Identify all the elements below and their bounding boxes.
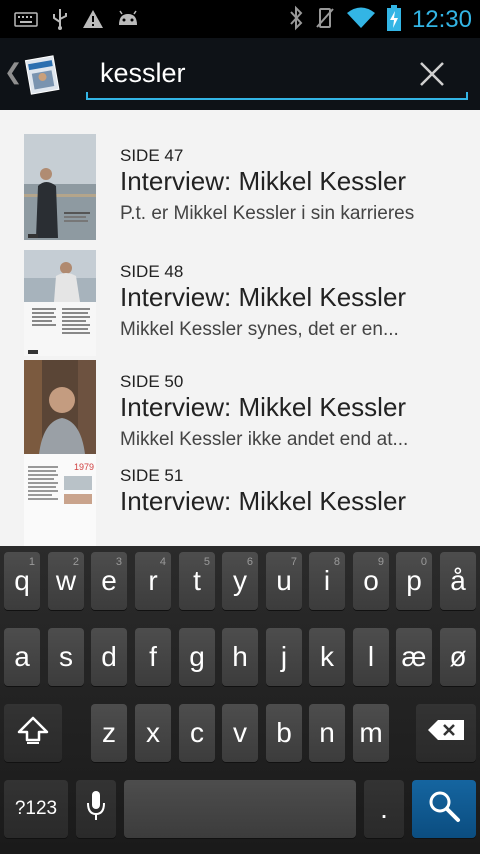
backspace-key[interactable] — [416, 704, 476, 762]
key-t[interactable]: t5 — [179, 552, 215, 610]
key-j[interactable]: j — [266, 628, 302, 686]
key-s[interactable]: s — [48, 628, 84, 686]
soft-keyboard: q1 w2 e3 r4 t5 y6 u7 i8 o9 p0 å a s d f … — [0, 546, 480, 854]
key-u[interactable]: u7 — [266, 552, 302, 610]
key-b[interactable]: b — [266, 704, 302, 762]
usb-icon — [50, 8, 70, 34]
key-c[interactable]: c — [179, 704, 215, 762]
key-n[interactable]: n — [309, 704, 345, 762]
result-page-label: SIDE 51 — [120, 466, 184, 485]
key-aa[interactable]: å — [440, 552, 476, 610]
key-e[interactable]: e3 — [91, 552, 127, 610]
key-ae[interactable]: æ — [396, 628, 432, 686]
result-title: Interview: Mikkel Kessler — [120, 486, 407, 516]
result-snippet: P.t. er Mikkel Kessler i sin karrieres — [120, 203, 415, 224]
key-r[interactable]: r4 — [135, 552, 171, 610]
bluetooth-icon — [288, 5, 304, 35]
list-item[interactable]: SIDE 48 Interview: Mikkel Kessler Mikkel… — [0, 250, 480, 358]
clock: 12:30 — [411, 6, 472, 33]
search-results-list: SIDE 47 Interview: Mikkel Kessler P.t. e… — [0, 110, 480, 546]
key-h[interactable]: h — [222, 628, 258, 686]
shift-key[interactable] — [4, 704, 62, 762]
key-v[interactable]: v — [222, 704, 258, 762]
search-box[interactable] — [86, 48, 468, 100]
key-x[interactable]: x — [135, 704, 171, 762]
warning-icon — [82, 9, 104, 33]
symbols-key[interactable]: ?123 — [4, 780, 68, 838]
result-page-label: SIDE 50 — [120, 372, 184, 391]
page-thumbnail — [24, 360, 96, 466]
result-title: Interview: Mikkel Kessler — [120, 392, 407, 422]
key-q[interactable]: q1 — [4, 552, 40, 610]
key-z[interactable]: z — [91, 704, 127, 762]
key-o[interactable]: o9 — [353, 552, 389, 610]
close-icon[interactable] — [418, 60, 446, 88]
result-page-label: SIDE 47 — [120, 146, 184, 165]
result-snippet: Mikkel Kessler synes, det er en... — [120, 319, 399, 340]
shift-icon — [16, 715, 50, 752]
backspace-icon — [426, 717, 466, 749]
page-thumbnail — [24, 134, 96, 240]
keyboard-icon — [14, 9, 38, 33]
search-key[interactable] — [412, 780, 476, 838]
key-d[interactable]: d — [91, 628, 127, 686]
key-l[interactable]: l — [353, 628, 389, 686]
key-oe[interactable]: ø — [440, 628, 476, 686]
battery-charging-icon — [386, 4, 402, 36]
result-title: Interview: Mikkel Kessler — [120, 282, 407, 312]
key-a[interactable]: a — [4, 628, 40, 686]
wifi-icon — [346, 6, 376, 34]
mic-key[interactable] — [76, 780, 116, 838]
key-y[interactable]: y6 — [222, 552, 258, 610]
result-page-label: SIDE 48 — [120, 262, 184, 281]
period-key[interactable]: . — [364, 780, 404, 838]
list-item[interactable]: SIDE 50 Interview: Mikkel Kessler Mikkel… — [0, 360, 480, 468]
status-bar: 12:30 — [0, 0, 480, 38]
key-g[interactable]: g — [179, 628, 215, 686]
search-icon — [427, 789, 461, 830]
vibrate-off-icon — [314, 5, 336, 35]
page-thumbnail: 1979 — [24, 454, 96, 546]
key-f[interactable]: f — [135, 628, 171, 686]
key-k[interactable]: k — [309, 628, 345, 686]
key-m[interactable]: m — [353, 704, 389, 762]
microphone-icon — [85, 789, 107, 830]
key-i[interactable]: i8 — [309, 552, 345, 610]
list-item[interactable]: SIDE 47 Interview: Mikkel Kessler P.t. e… — [0, 134, 480, 242]
app-icon[interactable] — [20, 52, 64, 96]
svg-text:1979: 1979 — [74, 462, 94, 472]
action-bar: ❮ — [0, 38, 480, 110]
search-underline — [86, 92, 468, 100]
key-p[interactable]: p0 — [396, 552, 432, 610]
page-thumbnail — [24, 250, 96, 356]
key-w[interactable]: w2 — [48, 552, 84, 610]
android-icon — [116, 9, 140, 33]
result-title: Interview: Mikkel Kessler — [120, 166, 407, 196]
list-item[interactable]: 1979 SIDE 51 Interview: Mikkel Kessler — [0, 454, 480, 546]
spacebar[interactable] — [124, 780, 356, 838]
search-input[interactable] — [86, 48, 420, 98]
result-snippet: Mikkel Kessler ikke andet end at... — [120, 429, 409, 450]
